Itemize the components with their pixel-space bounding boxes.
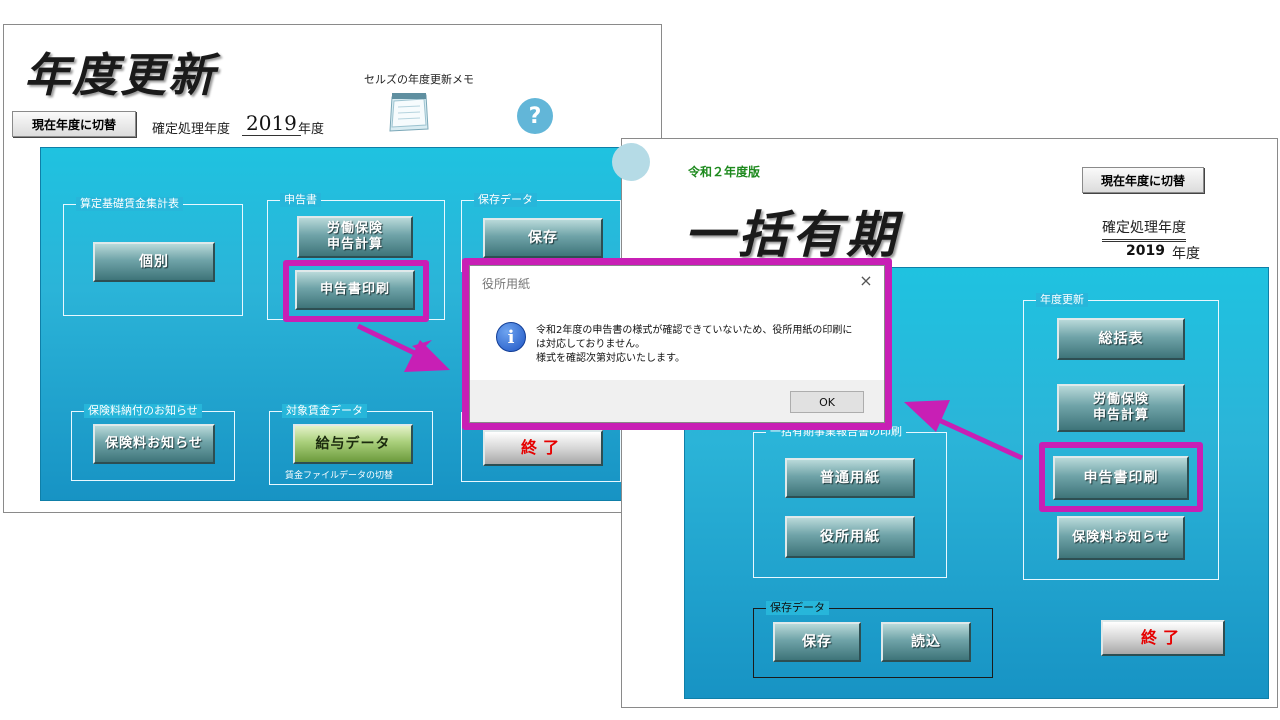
info-glyph: i [507, 326, 515, 348]
right-corner-circle [612, 143, 650, 181]
dialog-title: 役所用紙 [482, 277, 531, 291]
right-end-button[interactable]: 終了 [1101, 620, 1225, 656]
group-shinkoku-label: 申告書 [280, 193, 321, 207]
right-roudou-calc-button[interactable]: 労働保険 申告計算 [1057, 384, 1185, 432]
left-year-suffix: 年度 [298, 122, 325, 137]
left-end-button[interactable]: 終了 [483, 430, 603, 466]
group-nendo-label: 年度更新 [1036, 293, 1088, 307]
left-print-highlight [283, 260, 429, 322]
kyuyo-data-button[interactable]: 給与データ [293, 424, 413, 464]
close-icon: × [859, 270, 873, 290]
dialog-message-line1: 令和2年度の申告書の様式が確認できていないため、役所用紙の印刷に [536, 325, 853, 336]
help-icon[interactable]: ? [517, 98, 553, 134]
roudou-calc-button[interactable]: 労働保険 申告計算 [297, 216, 413, 258]
kobetsu-button[interactable]: 個別 [93, 242, 215, 282]
soukatsu-button[interactable]: 総括表 [1057, 318, 1185, 360]
right-switch-year-button[interactable]: 現在年度に切替 [1082, 167, 1204, 193]
right-year-suffix: 年度 [1172, 246, 1200, 262]
right-yomikomi-button[interactable]: 読込 [881, 622, 971, 662]
group-chingin-label: 対象賃金データ [282, 404, 367, 418]
group-right-hozon-label: 保存データ [766, 601, 829, 615]
help-glyph: ? [528, 103, 542, 129]
message-dialog: 役所用紙 × i 令和2年度の申告書の様式が確認できていないため、役所用紙の印刷… [469, 265, 885, 423]
dialog-close-button[interactable]: × [856, 270, 876, 290]
dialog-message-line3: 様式を確認次第対応いたします。 [536, 353, 685, 364]
group-santei-label: 算定基礎賃金集計表 [76, 197, 183, 211]
right-app-title: 一括有期 [684, 205, 900, 264]
right-oshirase-button[interactable]: 保険料お知らせ [1057, 516, 1185, 560]
left-fiscal-label: 確定処理年度 [152, 122, 231, 137]
left-fiscal-year: 2019 [242, 111, 301, 136]
dialog-ok-button[interactable]: OK [790, 391, 864, 413]
left-hozon-button[interactable]: 保存 [483, 218, 603, 258]
right-fiscal-label: 確定処理年度 [1102, 217, 1186, 242]
info-icon: i [496, 322, 526, 352]
dialog-message-line2: は対応しておりません。 [536, 339, 646, 350]
right-print-highlight [1039, 442, 1203, 512]
chingin-note: 賃金ファイルデータの切替 [285, 471, 394, 481]
right-edition-label: 令和２年度版 [688, 165, 761, 179]
left-oshirase-button[interactable]: 保険料お知らせ [93, 424, 215, 464]
group-hokenryo-label: 保険料納付のお知らせ [84, 404, 202, 418]
notepad-icon[interactable] [386, 91, 432, 135]
right-hozon-button[interactable]: 保存 [773, 622, 861, 662]
futsu-paper-button[interactable]: 普通用紙 [785, 458, 915, 498]
left-switch-year-button[interactable]: 現在年度に切替 [12, 111, 136, 137]
left-app-title: 年度更新 [24, 48, 216, 102]
right-fiscal-year: 2019 [1126, 243, 1165, 259]
left-memo-label: セルズの年度更新メモ [364, 73, 474, 86]
group-hozon-label: 保存データ [474, 193, 537, 207]
yakusho-paper-button[interactable]: 役所用紙 [785, 516, 915, 558]
